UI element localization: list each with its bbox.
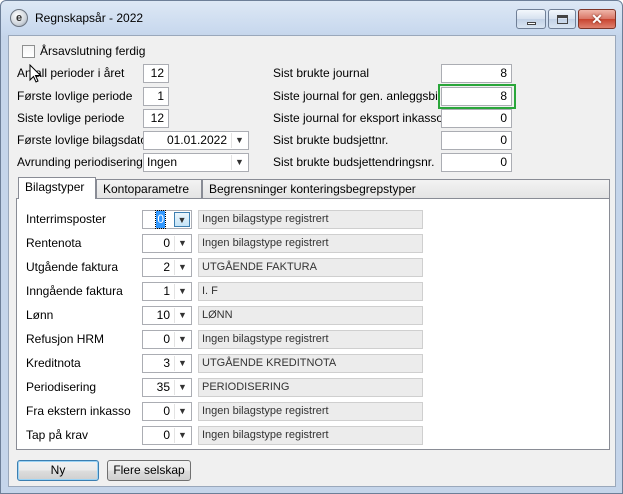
first-period-input[interactable]: 1 [143,87,169,106]
row-label: Lønn [26,308,54,322]
export-journal-input[interactable]: 0 [441,109,512,128]
bilagstyper-panel: Interrimsposter 0 ▼ Ingen bilagstype reg… [16,198,610,450]
dialog-body: Årsavslutning ferdig Antall perioder i å… [8,35,616,487]
budget-no-input[interactable]: 0 [441,131,512,150]
chevron-down-icon[interactable]: ▼ [174,356,190,371]
year-closed-checkbox[interactable] [22,45,35,58]
voucher-type-description: I. F [198,282,423,301]
row-label: Kreditnota [26,356,81,370]
voucher-type-select[interactable]: 0 ▼ [142,402,192,421]
chevron-down-icon[interactable]: ▼ [174,404,190,419]
rounding-value: Ingen [147,155,178,169]
voucher-type-description: Ingen bilagstype registrert [198,330,423,349]
voucher-type-value: 3 [163,356,170,370]
title-bar[interactable]: e Regnskapsår - 2022 ✕ [1,1,622,35]
field-label-first-period: Første lovlige periode [17,89,133,103]
periods-input[interactable]: 12 [143,64,169,83]
last-journal-input[interactable]: 8 [441,64,512,83]
window-title: Regnskapsår - 2022 [35,11,144,25]
row-label: Interrimsposter [26,212,107,226]
more-companies-button[interactable]: Flere selskap [107,460,191,481]
new-button[interactable]: Ny [17,460,99,481]
last-period-input[interactable]: 12 [143,109,169,128]
voucher-type-value: 35 [156,380,170,394]
voucher-type-description: UTGÅENDE FAKTURA [198,258,423,277]
first-date-value: 01.01.2022 [166,133,227,147]
field-label-last-journal: Sist brukte journal [273,66,370,80]
voucher-type-select[interactable]: 3 ▼ [142,354,192,373]
tab-begrensninger[interactable]: Begrensninger konteringsbegrepstyper [202,179,610,199]
focus-highlight [438,84,516,109]
field-label-first-date: Første lovlige bilagsdato [17,133,148,147]
row-label: Utgående faktura [26,260,119,274]
voucher-type-value: 0 [155,210,166,229]
field-label-budget-change-no: Sist brukte budsjettendringsnr. [273,155,435,169]
row-label: Fra ekstern inkasso [26,404,131,418]
voucher-type-value: 10 [156,308,170,322]
chevron-down-icon[interactable]: ▼ [174,332,190,347]
maximize-icon [557,15,568,24]
voucher-type-select[interactable]: 0 ▼ [142,234,192,253]
tab-kontoparametre[interactable]: Kontoparametre [96,179,202,199]
maximize-button[interactable] [548,9,576,29]
row-label: Tap på krav [26,428,89,442]
close-button[interactable]: ✕ [578,9,616,29]
field-label-last-period: Siste lovlige periode [17,111,125,125]
voucher-type-value: 0 [163,236,170,250]
voucher-type-select[interactable]: 1 ▼ [142,282,192,301]
minimize-icon [527,22,536,25]
voucher-type-value: 0 [163,428,170,442]
chevron-down-icon[interactable]: ▼ [174,284,190,299]
chevron-down-icon[interactable]: ▼ [231,133,247,148]
budget-change-no-input[interactable]: 0 [441,153,512,172]
field-label-asset-journal: Siste journal for gen. anleggsbilag [273,89,454,103]
chevron-down-icon[interactable]: ▼ [174,380,190,395]
voucher-type-value: 0 [163,404,170,418]
voucher-type-select[interactable]: 0 ▼ [142,426,192,445]
voucher-type-description: Ingen bilagstype registrert [198,426,423,445]
row-label: Periodisering [26,380,97,394]
mouse-cursor-icon [29,64,42,83]
window: e Regnskapsår - 2022 ✕ Årsavslutning fer… [0,0,623,494]
voucher-type-description: Ingen bilagstype registrert [198,210,423,229]
close-icon: ✕ [591,11,603,27]
voucher-type-description: PERIODISERING [198,378,423,397]
chevron-down-icon[interactable]: ▼ [174,308,190,323]
chevron-down-icon[interactable]: ▼ [231,155,247,170]
app-icon: e [10,9,28,27]
voucher-type-description: UTGÅENDE KREDITNOTA [198,354,423,373]
rounding-select[interactable]: Ingen ▼ [143,153,249,172]
field-label-export-journal: Siste journal for eksport inkasso [273,111,444,125]
voucher-type-description: LØNN [198,306,423,325]
voucher-type-description: Ingen bilagstype registrert [198,234,423,253]
minimize-button[interactable] [516,9,546,29]
chevron-down-icon[interactable]: ▼ [174,428,190,443]
voucher-type-value: 2 [163,260,170,274]
voucher-type-select[interactable]: 2 ▼ [142,258,192,277]
voucher-type-description: Ingen bilagstype registrert [198,402,423,421]
voucher-type-value: 1 [163,284,170,298]
voucher-type-select[interactable]: 35 ▼ [142,378,192,397]
voucher-type-value: 0 [163,332,170,346]
field-label-rounding: Avrunding periodisering [17,155,143,169]
year-closed-label: Årsavslutning ferdig [40,44,146,58]
tab-bilagstyper[interactable]: Bilagstyper [18,177,96,199]
chevron-down-icon[interactable]: ▼ [174,260,190,275]
chevron-down-icon[interactable]: ▼ [174,212,190,227]
field-label-budget-no: Sist brukte budsjettnr. [273,133,389,147]
voucher-type-select[interactable]: 0 ▼ [142,210,192,229]
row-label: Refusjon HRM [26,332,105,346]
first-date-picker[interactable]: 01.01.2022 ▼ [143,131,249,150]
voucher-type-select[interactable]: 0 ▼ [142,330,192,349]
row-label: Inngående faktura [26,284,123,298]
chevron-down-icon[interactable]: ▼ [174,236,190,251]
voucher-type-select[interactable]: 10 ▼ [142,306,192,325]
row-label: Rentenota [26,236,82,250]
